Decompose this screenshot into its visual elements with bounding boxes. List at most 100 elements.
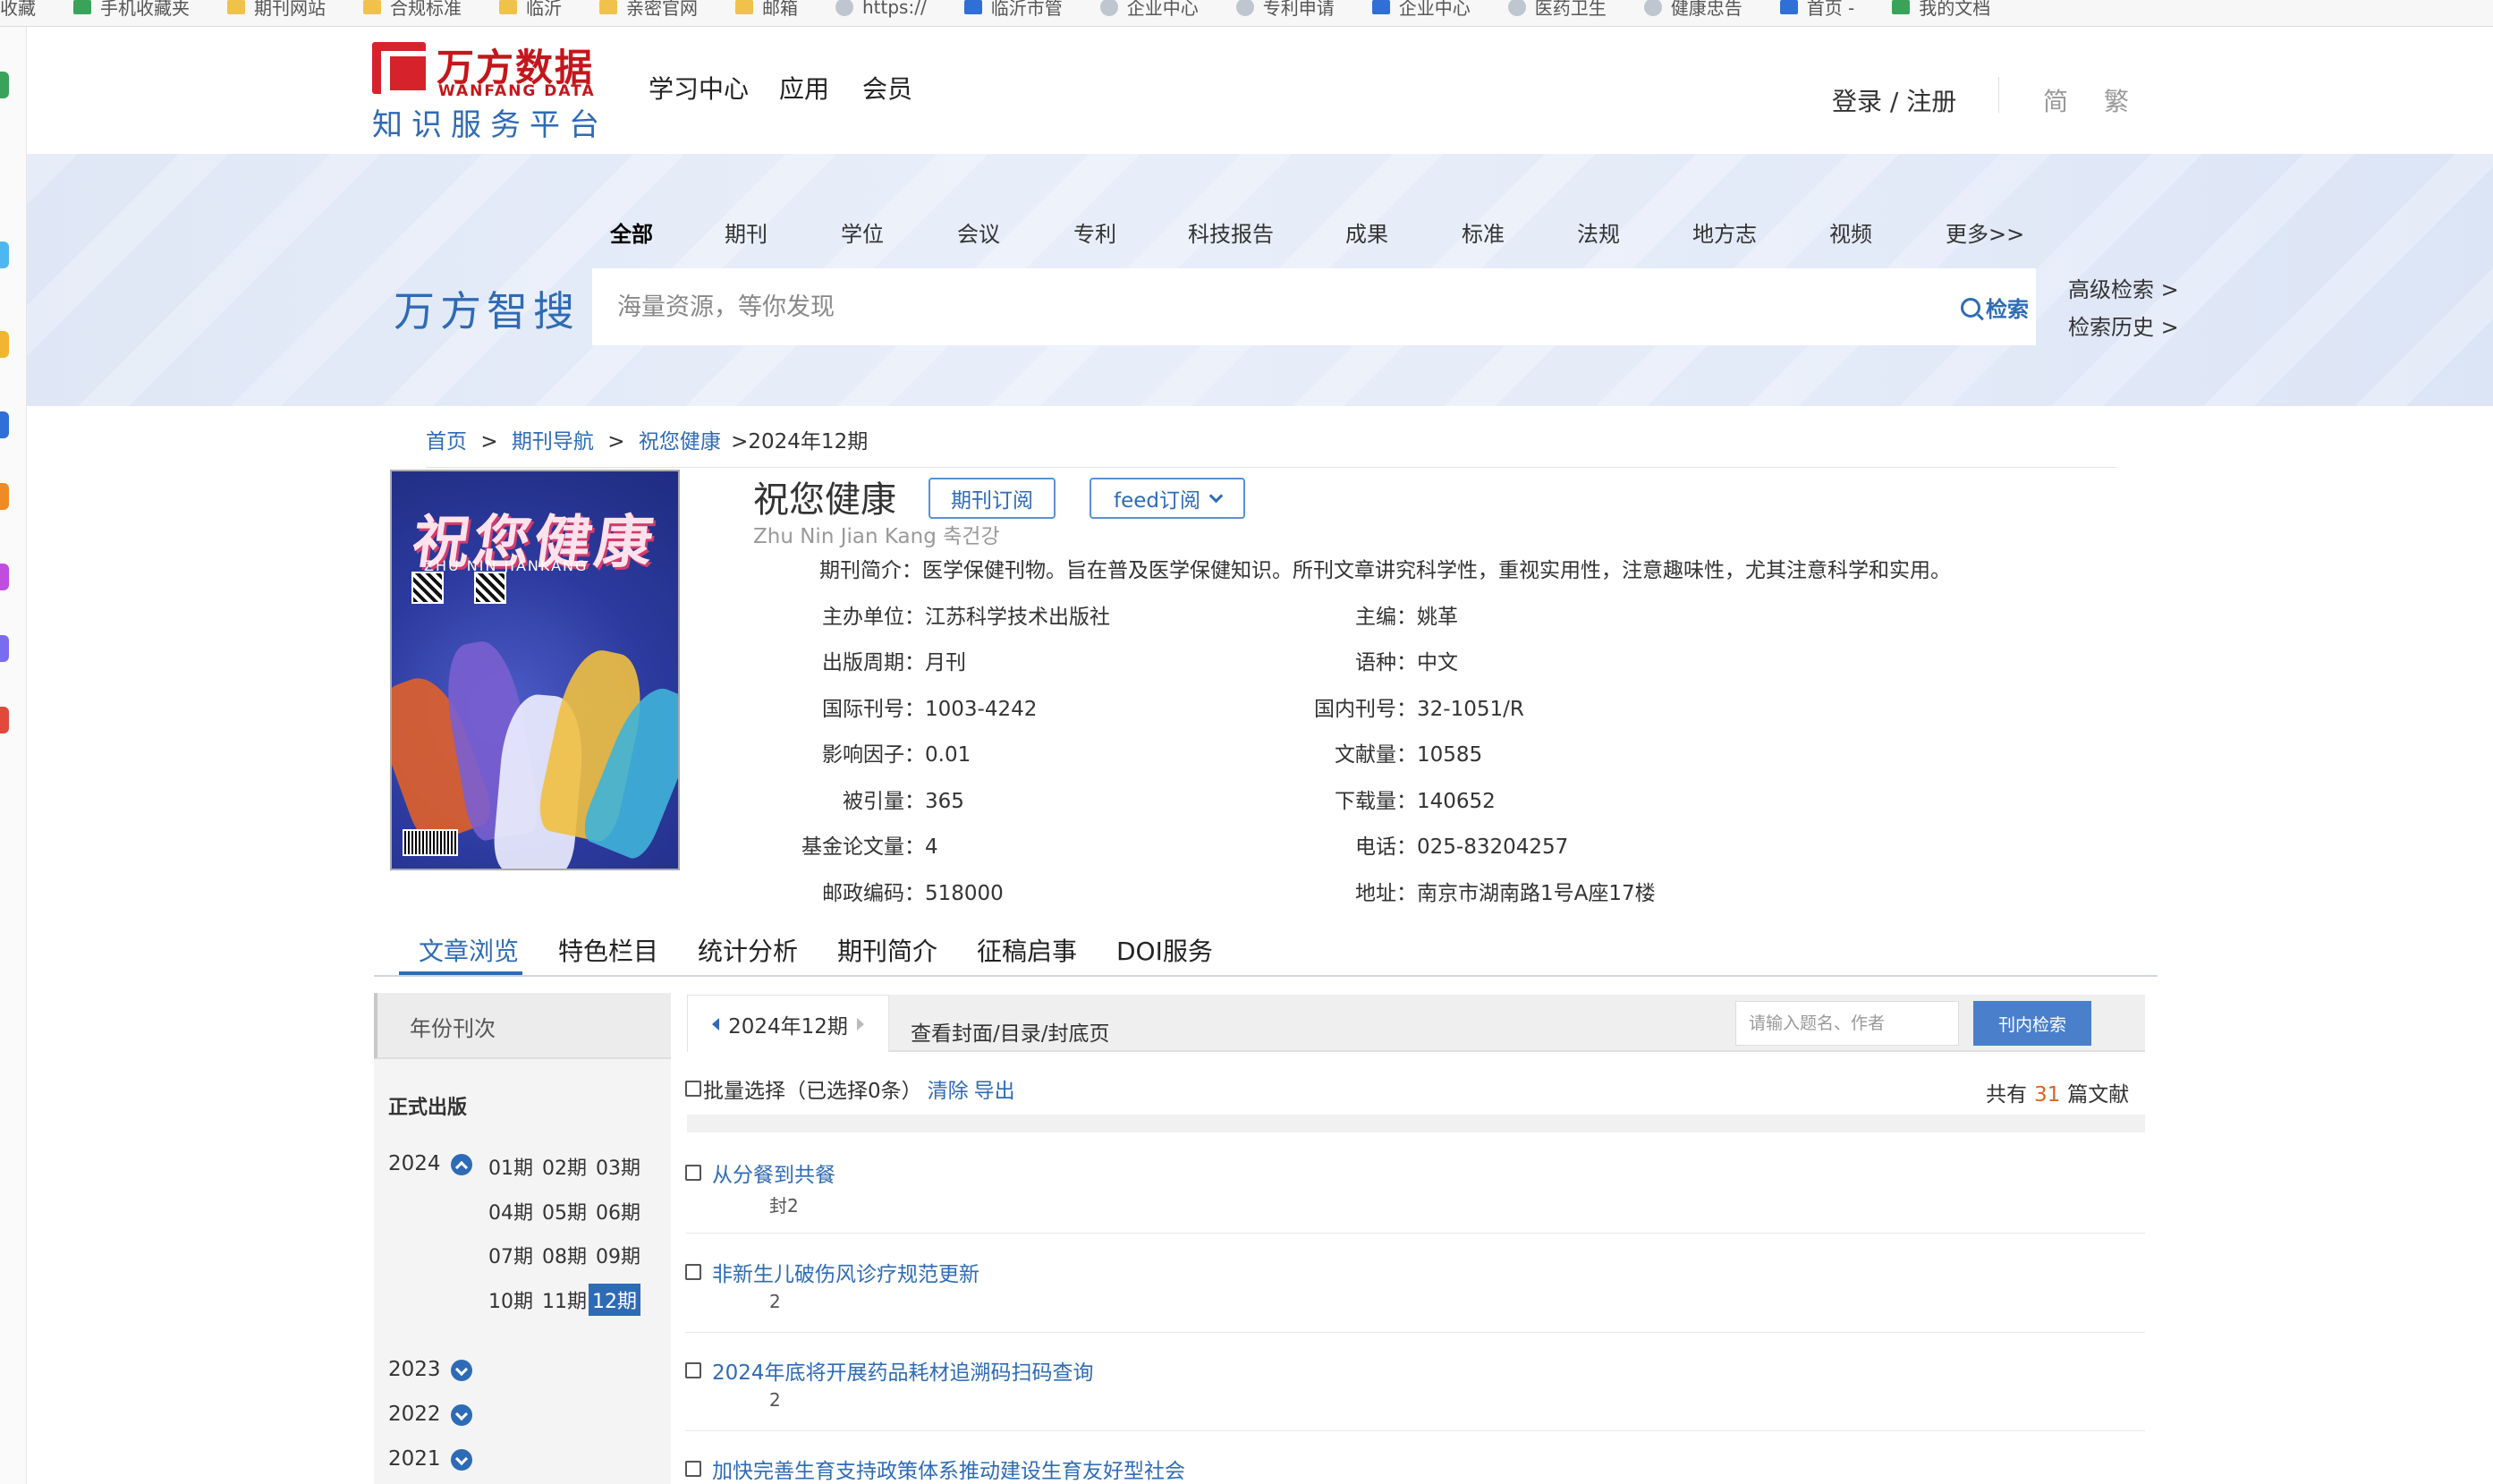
sidebar-app-icon[interactable] <box>0 411 9 438</box>
in-journal-search-button[interactable]: 刊内检索 <box>1973 1001 2091 1046</box>
sidebar-app-icon[interactable] <box>0 635 9 662</box>
article-checkbox[interactable] <box>685 1264 701 1280</box>
sidebar-app-icon[interactable] <box>0 331 9 358</box>
nav-membership[interactable]: 会员 <box>862 70 912 106</box>
article-checkbox[interactable] <box>685 1165 701 1181</box>
bookmark-item[interactable]: 医药卫生 <box>1507 0 1607 20</box>
chevron-down-icon[interactable] <box>451 1360 472 1381</box>
feed-subscribe-button[interactable]: feed订阅 <box>1090 478 1245 519</box>
bookmark-item[interactable]: 亲密官网 <box>599 0 698 20</box>
sidebar-app-icon[interactable] <box>0 242 9 268</box>
chevron-down-icon[interactable] <box>451 1404 472 1426</box>
tab-journal-intro[interactable]: 期刊简介 <box>837 932 937 968</box>
article-title-link[interactable]: 从分餐到共餐 <box>712 1158 835 1188</box>
next-issue-icon[interactable] <box>856 1017 864 1030</box>
search-tab-journal[interactable]: 期刊 <box>725 216 767 248</box>
bookmark-item[interactable]: 手机收藏夹 <box>73 0 190 20</box>
article-title-link[interactable]: 2024年底将开展药品耗材追溯码扫码查询 <box>712 1355 1094 1386</box>
nav-study-center[interactable]: 学习中心 <box>649 70 749 106</box>
bookmark-item[interactable]: 健康忠告 <box>1643 0 1743 20</box>
article-title-row: 2024年底将开展药品耗材追溯码扫码查询 <box>685 1355 1094 1386</box>
year-2024[interactable]: 2024 <box>388 1152 441 1175</box>
info-label: 基金论文量： <box>801 835 925 859</box>
clear-link[interactable]: 清除 <box>928 1073 969 1104</box>
bookmark-item[interactable]: 临沂市管 <box>963 0 1063 20</box>
issue-link[interactable]: 10期 <box>485 1284 537 1316</box>
search-tab-standard[interactable]: 标准 <box>1462 216 1505 248</box>
sidebar-app-icon[interactable] <box>0 564 9 590</box>
chevron-up-icon[interactable] <box>451 1154 472 1175</box>
issue-link[interactable]: 01期 <box>485 1150 537 1183</box>
prev-issue-icon[interactable] <box>712 1017 720 1030</box>
bookmark-item[interactable]: 收藏 <box>0 0 36 20</box>
year-2021[interactable]: 2021 <box>388 1447 441 1471</box>
chevron-down-icon[interactable] <box>451 1449 472 1471</box>
view-cover-link[interactable]: 查看封面/目录/封底页 <box>911 1016 1110 1047</box>
search-input[interactable] <box>592 268 1898 345</box>
issue-link[interactable]: 06期 <box>592 1195 644 1227</box>
sidebar-app-icon[interactable] <box>0 483 9 510</box>
search-tab-achievement[interactable]: 成果 <box>1345 216 1388 248</box>
tab-doi-service[interactable]: DOI服务 <box>1116 932 1213 968</box>
tab-article-browse[interactable]: 文章浏览 <box>419 932 519 968</box>
issue-link[interactable]: 09期 <box>592 1239 644 1271</box>
sidebar-app-icon[interactable] <box>0 707 9 734</box>
search-tab-all[interactable]: 全部 <box>610 216 653 248</box>
search-tab-local-chronicle[interactable]: 地方志 <box>1692 216 1757 248</box>
wanfang-logo-icon[interactable] <box>372 42 431 96</box>
nav-apps[interactable]: 应用 <box>779 70 829 106</box>
search-banner: 全部 期刊 学位 会议 专利 科技报告 成果 标准 法规 地方志 视频 更多>>… <box>27 154 2493 406</box>
bookmark-item[interactable]: 我的文档 <box>1892 0 1990 20</box>
lang-simplified-button[interactable]: 简 <box>2043 82 2068 118</box>
issue-link[interactable]: 07期 <box>485 1239 537 1271</box>
batch-select-checkbox[interactable] <box>685 1081 701 1097</box>
search-tab-conference[interactable]: 会议 <box>957 216 1000 248</box>
article-title-link[interactable]: 加快完善生育支持政策体系推动建设生育友好型社会 <box>712 1454 1185 1484</box>
issue-link[interactable]: 11期 <box>538 1284 590 1316</box>
breadcrumb-home[interactable]: 首页 <box>426 430 467 454</box>
bookmark-item[interactable]: 期刊网站 <box>227 0 326 20</box>
issue-link-selected[interactable]: 12期 <box>589 1284 640 1316</box>
sidebar-header: 年份刊次 <box>374 993 671 1059</box>
issue-link[interactable]: 04期 <box>485 1195 537 1227</box>
search-tab-degree[interactable]: 学位 <box>841 216 884 248</box>
bookmark-item[interactable]: 临沂 <box>499 0 562 20</box>
issue-link[interactable]: 08期 <box>538 1239 590 1271</box>
issue-link[interactable]: 05期 <box>538 1195 590 1227</box>
year-2022[interactable]: 2022 <box>388 1403 441 1426</box>
search-tab-regulation[interactable]: 法规 <box>1577 216 1620 248</box>
login-register-link[interactable]: 登录 / 注册 <box>1832 82 1956 118</box>
search-button[interactable]: 检索 <box>1961 292 2029 323</box>
export-link[interactable]: 导出 <box>974 1073 1015 1104</box>
year-2023[interactable]: 2023 <box>388 1358 441 1381</box>
sidebar-app-icon[interactable] <box>0 72 9 98</box>
globe-icon <box>1099 0 1118 16</box>
search-tab-video[interactable]: 视频 <box>1829 216 1872 248</box>
search-tab-patent[interactable]: 专利 <box>1073 216 1116 248</box>
bookmark-item[interactable]: 企业中心 <box>1371 0 1471 20</box>
search-tab-tech-report[interactable]: 科技报告 <box>1188 216 1274 248</box>
issue-selector[interactable]: 2024年12期 <box>687 995 889 1052</box>
bookmark-item[interactable]: 企业中心 <box>1099 0 1199 20</box>
in-journal-search-input[interactable] <box>1735 1001 1959 1046</box>
bookmark-item[interactable]: 首页 - <box>1779 0 1854 20</box>
issue-link[interactable]: 02期 <box>538 1150 590 1183</box>
issue-link[interactable]: 03期 <box>592 1150 644 1183</box>
article-checkbox[interactable] <box>685 1461 701 1477</box>
breadcrumb-journal[interactable]: 祝您健康 <box>639 430 721 454</box>
article-checkbox[interactable] <box>685 1362 701 1378</box>
search-tab-more[interactable]: 更多>> <box>1946 216 2024 248</box>
tab-call-for-papers[interactable]: 征稿启事 <box>977 932 1077 968</box>
lang-traditional-button[interactable]: 繁 <box>2104 82 2129 118</box>
bookmark-item[interactable]: https:// <box>835 0 927 18</box>
article-title-link[interactable]: 非新生儿破伤风诊疗规范更新 <box>712 1257 979 1287</box>
bookmark-item[interactable]: 专利申请 <box>1235 0 1335 20</box>
advanced-search-link[interactable]: 高级检索 > <box>2068 272 2179 303</box>
journal-subscribe-button[interactable]: 期刊订阅 <box>929 478 1056 519</box>
bookmark-item[interactable]: 合规标准 <box>363 0 462 20</box>
breadcrumb-journal-nav[interactable]: 期刊导航 <box>512 430 594 454</box>
tab-statistics[interactable]: 统计分析 <box>698 932 798 968</box>
search-history-link[interactable]: 检索历史 > <box>2068 310 2179 341</box>
bookmark-item[interactable]: 邮箱 <box>735 0 798 20</box>
tab-special-columns[interactable]: 特色栏目 <box>558 932 658 968</box>
